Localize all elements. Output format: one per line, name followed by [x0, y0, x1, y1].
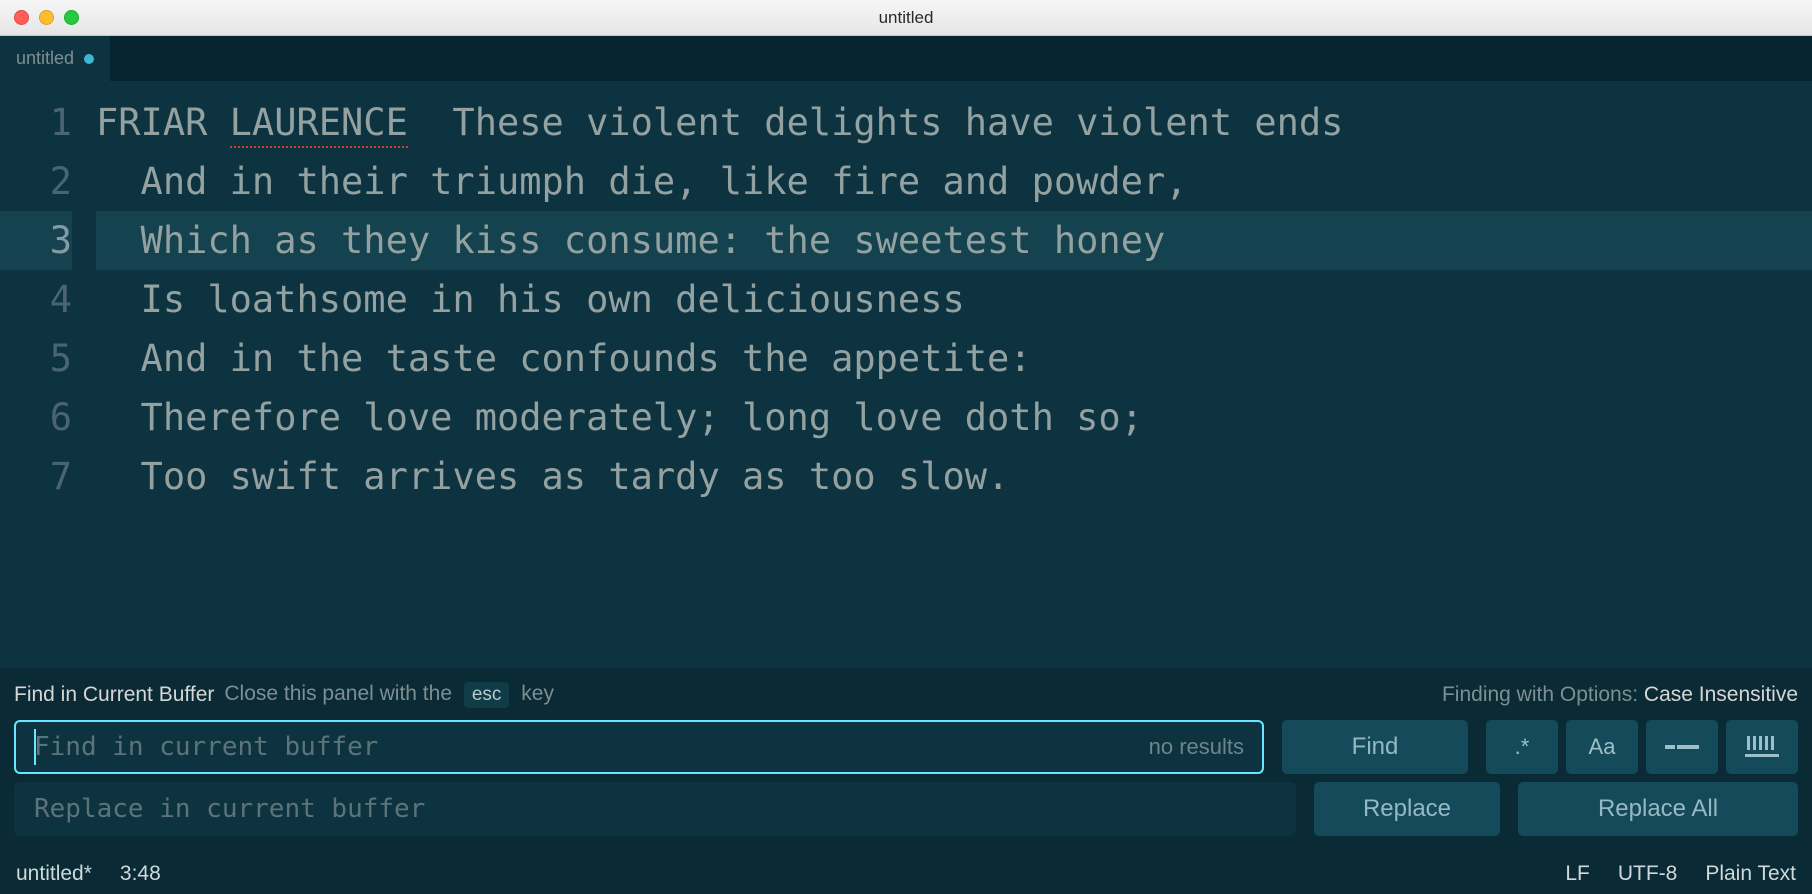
spelling-error: LAURENCE [230, 101, 408, 148]
editor-line[interactable]: Is loathsome in his own deliciousness [96, 270, 1812, 329]
find-result-count: no results [1149, 734, 1244, 760]
find-button[interactable]: Find [1282, 720, 1468, 774]
status-line-ending[interactable]: LF [1565, 862, 1590, 886]
window-titlebar: untitled [0, 0, 1812, 36]
esc-key-badge: esc [464, 682, 510, 708]
editor-line[interactable]: FRIAR LAURENCE These violent delights ha… [96, 93, 1812, 152]
find-options-group: .* Aa [1486, 720, 1798, 774]
traffic-lights [14, 10, 79, 25]
find-replace-panel: Find in Current Buffer Close this panel … [0, 668, 1812, 854]
line-number: 2 [0, 152, 72, 211]
dirty-indicator-icon [84, 54, 94, 64]
editor-content[interactable]: FRIAR LAURENCE These violent delights ha… [96, 93, 1812, 668]
line-number: 4 [0, 270, 72, 329]
status-filename[interactable]: untitled* [16, 862, 92, 886]
status-bar: untitled* 3:48 LF UTF-8 Plain Text [0, 854, 1812, 894]
find-options-label: Finding with Options: Case Insensitive [1442, 683, 1798, 707]
editor-line[interactable]: Too swift arrives as tardy as too slow. [96, 447, 1812, 506]
editor-app: untitled 1234567 FRIAR LAURENCE These vi… [0, 36, 1812, 894]
line-number: 3 [0, 211, 72, 270]
line-number: 7 [0, 447, 72, 506]
close-window-icon[interactable] [14, 10, 29, 25]
minimize-window-icon[interactable] [39, 10, 54, 25]
replace-button[interactable]: Replace [1314, 782, 1500, 836]
editor-line[interactable]: And in their triumph die, like fire and … [96, 152, 1812, 211]
replace-input[interactable] [34, 794, 1276, 824]
line-number: 5 [0, 329, 72, 388]
status-encoding[interactable]: UTF-8 [1618, 862, 1678, 886]
case-sensitive-toggle-button[interactable]: Aa [1566, 720, 1638, 774]
status-grammar[interactable]: Plain Text [1705, 862, 1796, 886]
editor-line[interactable]: Which as they kiss consume: the sweetest… [96, 211, 1812, 270]
line-number: 1 [0, 93, 72, 152]
find-input-container[interactable]: no results [14, 720, 1264, 774]
editor-line[interactable]: Therefore love moderately; long love dot… [96, 388, 1812, 447]
tab-untitled[interactable]: untitled [0, 36, 110, 81]
find-input[interactable] [34, 732, 1137, 762]
tab-label: untitled [16, 48, 74, 69]
window-title: untitled [879, 8, 934, 28]
regex-toggle-button[interactable]: .* [1486, 720, 1558, 774]
whole-word-toggle-button[interactable] [1726, 720, 1798, 774]
selection-icon [1665, 738, 1699, 756]
status-cursor-position[interactable]: 3:48 [120, 862, 161, 886]
replace-input-container[interactable] [14, 782, 1296, 836]
zoom-window-icon[interactable] [64, 10, 79, 25]
text-cursor-icon [34, 729, 36, 765]
line-number: 6 [0, 388, 72, 447]
selection-only-toggle-button[interactable] [1646, 720, 1718, 774]
find-panel-title: Find in Current Buffer [14, 683, 214, 707]
find-panel-header: Find in Current Buffer Close this panel … [14, 682, 1798, 708]
tab-bar: untitled [0, 36, 1812, 81]
replace-all-button[interactable]: Replace All [1518, 782, 1798, 836]
editor-line[interactable]: And in the taste confounds the appetite: [96, 329, 1812, 388]
find-panel-hint: Close this panel with the esc key [224, 682, 554, 708]
text-editor[interactable]: 1234567 FRIAR LAURENCE These violent del… [0, 81, 1812, 668]
line-number-gutter: 1234567 [0, 93, 96, 668]
whole-word-icon [1745, 736, 1779, 758]
